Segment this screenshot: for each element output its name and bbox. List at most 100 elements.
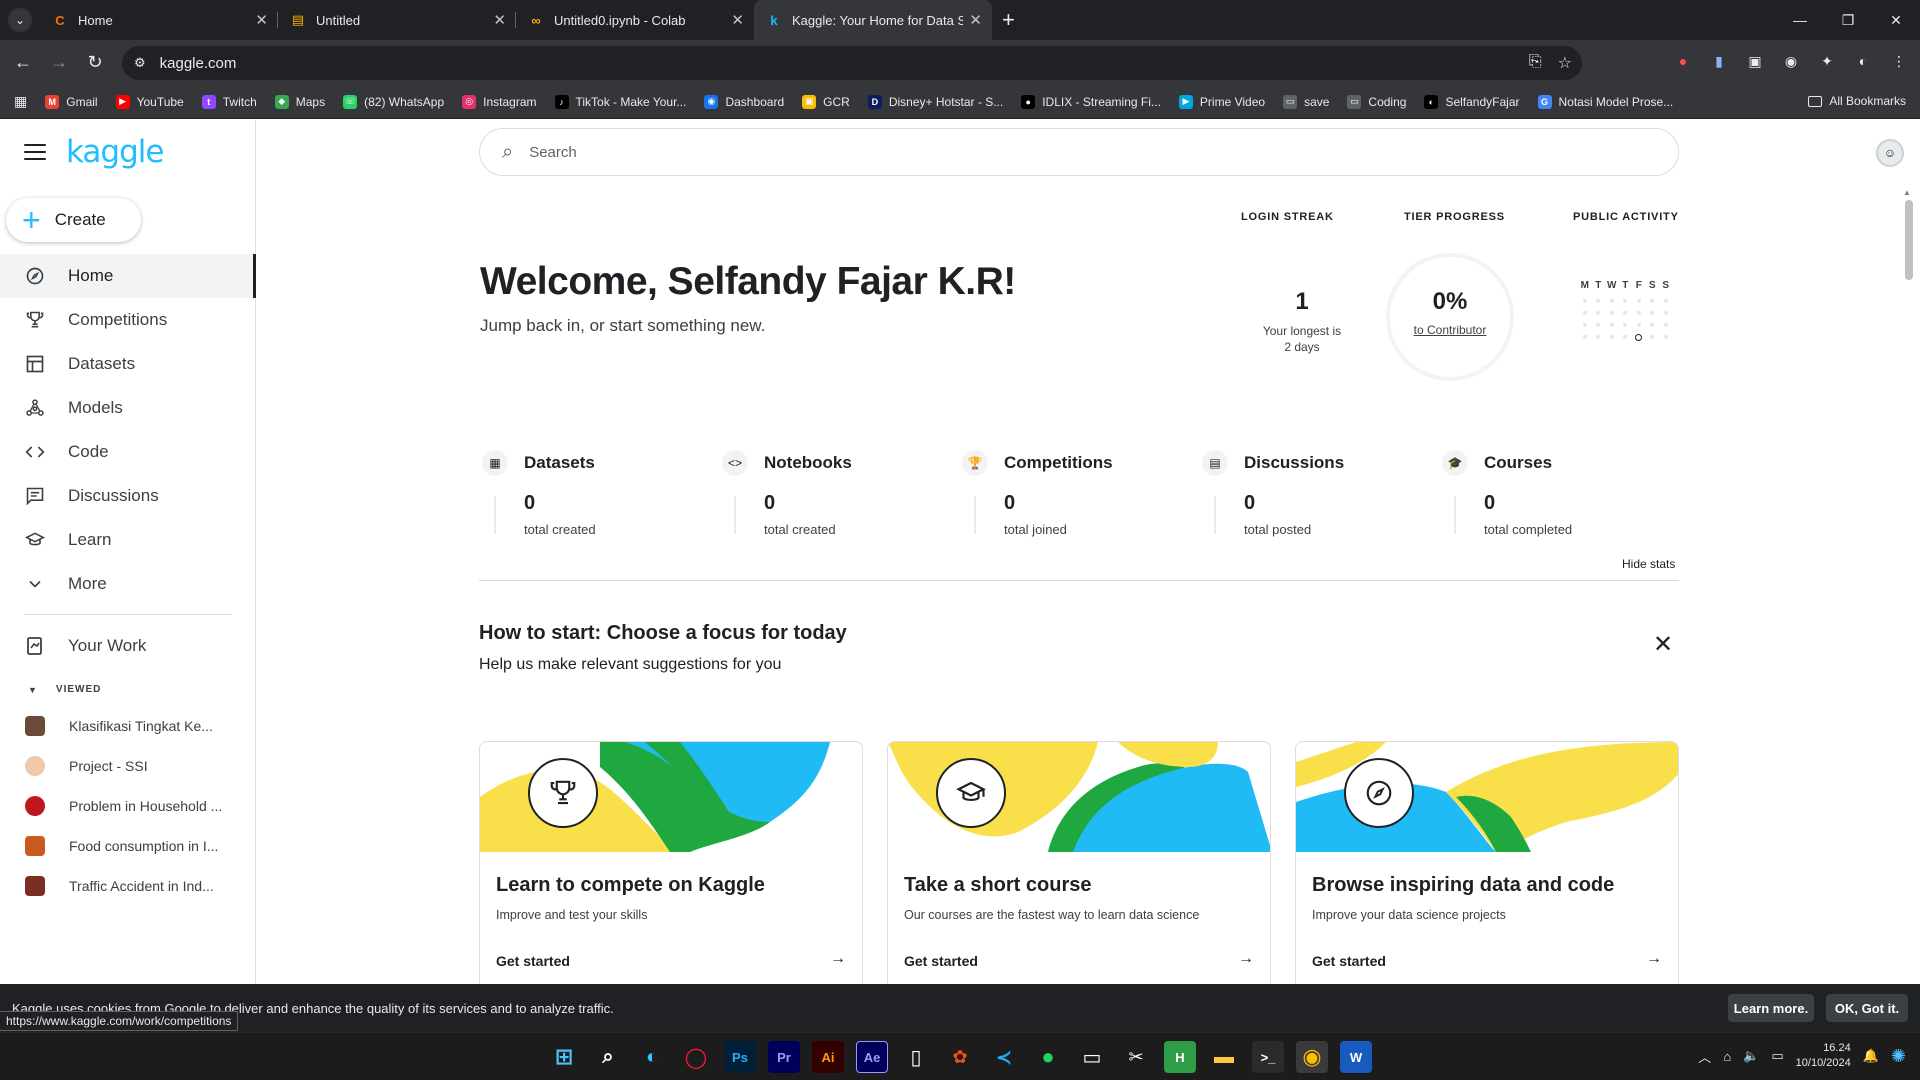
scroll-up-arrow[interactable]: ▲: [1903, 188, 1911, 197]
search-icon[interactable]: ⌕: [592, 1041, 624, 1073]
spotify-icon[interactable]: ●: [1032, 1041, 1064, 1073]
apps-grid-icon[interactable]: ▦: [14, 93, 27, 110]
close-icon[interactable]: ✕: [255, 11, 268, 29]
sidebar-item-your-work[interactable]: Your Work: [0, 624, 256, 668]
extension-red-icon[interactable]: ●: [1672, 50, 1694, 72]
bookmark-item[interactable]: ◉ Dashboard: [704, 94, 784, 109]
hide-stats-link[interactable]: Hide stats: [1622, 557, 1675, 571]
bookmark-item[interactable]: G Notasi Model Prose...: [1537, 94, 1673, 109]
ok-got-it-button[interactable]: OK, Got it.: [1826, 994, 1908, 1022]
bookmark-item[interactable]: ◐ SelfandyFajar: [1424, 94, 1520, 109]
sidebar-item-code[interactable]: Code: [0, 430, 256, 474]
arrow-right-icon[interactable]: →: [1238, 950, 1254, 968]
learn-more-button[interactable]: Learn more.: [1728, 994, 1814, 1022]
user-avatar[interactable]: ☺: [1876, 139, 1904, 167]
back-icon[interactable]: ←: [6, 46, 40, 80]
bookmark-item[interactable]: M Gmail: [45, 94, 98, 109]
notification-bell-icon[interactable]: 🔔: [1863, 1048, 1879, 1064]
viewed-item[interactable]: Klasifikasi Tingkat Ke...: [0, 706, 256, 746]
arrow-right-icon[interactable]: →: [830, 950, 846, 968]
stat-discussions[interactable]: ▤ Discussions 0 total posted: [1200, 450, 1440, 550]
stat-competitions[interactable]: 🏆 Competitions 0 total joined: [960, 450, 1200, 550]
sidebar-item-competitions[interactable]: Competitions: [0, 298, 256, 342]
sidebar-item-discussions[interactable]: Discussions: [0, 474, 256, 518]
windows-start-icon[interactable]: ⊞: [548, 1041, 580, 1073]
close-icon[interactable]: ✕: [731, 11, 744, 29]
file-icon[interactable]: ▯: [900, 1041, 932, 1073]
stat-notebooks[interactable]: <> Notebooks 0 total created: [720, 450, 960, 550]
battery-icon[interactable]: ▭: [1771, 1048, 1783, 1064]
after-effects-icon[interactable]: Ae: [856, 1041, 888, 1073]
bookmark-item[interactable]: t Twitch: [201, 94, 257, 109]
browser-menu-icon[interactable]: ⋮: [1888, 50, 1910, 72]
chrome-icon[interactable]: ◉: [1296, 1041, 1328, 1073]
terminal-icon[interactable]: >_: [1252, 1041, 1284, 1073]
premiere-icon[interactable]: Pr: [768, 1041, 800, 1073]
tier-progress-link[interactable]: to Contributor: [1386, 323, 1514, 337]
restore-icon[interactable]: ❐: [1824, 0, 1872, 40]
close-icon[interactable]: ✕: [969, 11, 982, 29]
chevron-up-icon[interactable]: ︿: [1698, 1047, 1711, 1066]
bookmark-item[interactable]: ▶ Prime Video: [1178, 94, 1265, 109]
all-bookmarks-button[interactable]: All Bookmarks: [1808, 94, 1906, 108]
bookmark-item[interactable]: ◆ Maps: [274, 94, 325, 109]
word-icon[interactable]: W: [1340, 1041, 1372, 1073]
sidebar-item-learn[interactable]: Learn: [0, 518, 256, 562]
minimize-icon[interactable]: —: [1776, 0, 1824, 40]
sidebar-item-models[interactable]: Models: [0, 386, 256, 430]
viewed-item[interactable]: Traffic Accident in Ind...: [0, 866, 256, 906]
install-app-icon[interactable]: ⎘: [1529, 53, 1542, 73]
new-tab-button[interactable]: +: [1002, 7, 1015, 33]
menu-icon[interactable]: [24, 144, 46, 160]
viewed-item[interactable]: Food consumption in I...: [0, 826, 256, 866]
bookmark-item[interactable]: ☏ (82) WhatsApp: [343, 94, 444, 109]
viewed-item[interactable]: Problem in Household ...: [0, 786, 256, 826]
get-started-link[interactable]: Get started: [1312, 953, 1386, 969]
browser-tab[interactable]: C Home ✕: [40, 0, 278, 40]
extension-window-icon[interactable]: ▣: [1744, 50, 1766, 72]
viewed-item[interactable]: Project - SSI: [0, 746, 256, 786]
file-explorer-icon[interactable]: ▬: [1208, 1041, 1240, 1073]
copilot-icon[interactable]: ✺: [1891, 1046, 1906, 1067]
extension-chat-icon[interactable]: ◉: [1780, 50, 1802, 72]
get-started-link[interactable]: Get started: [496, 953, 570, 969]
extensions-puzzle-icon[interactable]: ✦: [1816, 50, 1838, 72]
create-button[interactable]: + Create: [6, 198, 141, 242]
get-started-link[interactable]: Get started: [904, 953, 978, 969]
profile-avatar-icon[interactable]: ◐: [1852, 50, 1874, 72]
window-app-icon[interactable]: ▭: [1076, 1041, 1108, 1073]
stat-courses[interactable]: 🎓 Courses 0 total completed: [1440, 450, 1680, 550]
viewed-section-toggle[interactable]: ▼ VIEWED: [28, 684, 101, 695]
illustrator-icon[interactable]: Ai: [812, 1041, 844, 1073]
volume-icon[interactable]: 🔈: [1743, 1048, 1759, 1064]
vscode-icon[interactable]: ≺: [988, 1041, 1020, 1073]
edge-icon[interactable]: ◐: [636, 1041, 668, 1073]
bookmark-item[interactable]: ● IDLIX - Streaming Fi...: [1021, 94, 1161, 109]
h-app-icon[interactable]: H: [1164, 1041, 1196, 1073]
arrow-right-icon[interactable]: →: [1646, 950, 1662, 968]
scrollbar-thumb[interactable]: [1905, 200, 1913, 280]
stat-datasets[interactable]: ▦ Datasets 0 total created: [480, 450, 720, 550]
bookmark-item[interactable]: ◎ Instagram: [462, 94, 537, 109]
sidebar-item-datasets[interactable]: Datasets: [0, 342, 256, 386]
network-icon[interactable]: ⌂: [1723, 1049, 1731, 1064]
browser-tab[interactable]: ▤ Untitled ✕: [278, 0, 516, 40]
figma-icon[interactable]: ✿: [944, 1041, 976, 1073]
capcut-icon[interactable]: ✂: [1120, 1041, 1152, 1073]
sidebar-item-home[interactable]: Home: [0, 254, 256, 298]
focus-card-course[interactable]: Take a short course Our courses are the …: [887, 741, 1271, 991]
opera-icon[interactable]: ◯: [680, 1041, 712, 1073]
kaggle-logo[interactable]: kaggle: [66, 134, 164, 170]
browser-tab-active[interactable]: k Kaggle: Your Home for Data Sc ✕: [754, 0, 992, 40]
photoshop-icon[interactable]: Ps: [724, 1041, 756, 1073]
focus-card-browse[interactable]: Browse inspiring data and code Improve y…: [1295, 741, 1679, 991]
close-icon[interactable]: ✕: [1653, 630, 1673, 659]
bookmark-item[interactable]: ▭ Coding: [1347, 94, 1406, 109]
tab-search-button[interactable]: ⌄: [8, 8, 32, 32]
bookmark-item[interactable]: D Disney+ Hotstar - S...: [867, 94, 1003, 109]
address-bar[interactable]: ⚙ kaggle.com ⎘ ☆: [122, 46, 1582, 80]
forward-icon[interactable]: →: [42, 46, 76, 80]
search-input[interactable]: ⌕ Search: [479, 128, 1679, 176]
bookmark-item[interactable]: ♪ TikTok - Make Your...: [554, 94, 686, 109]
bookmark-star-icon[interactable]: ☆: [1558, 53, 1572, 73]
